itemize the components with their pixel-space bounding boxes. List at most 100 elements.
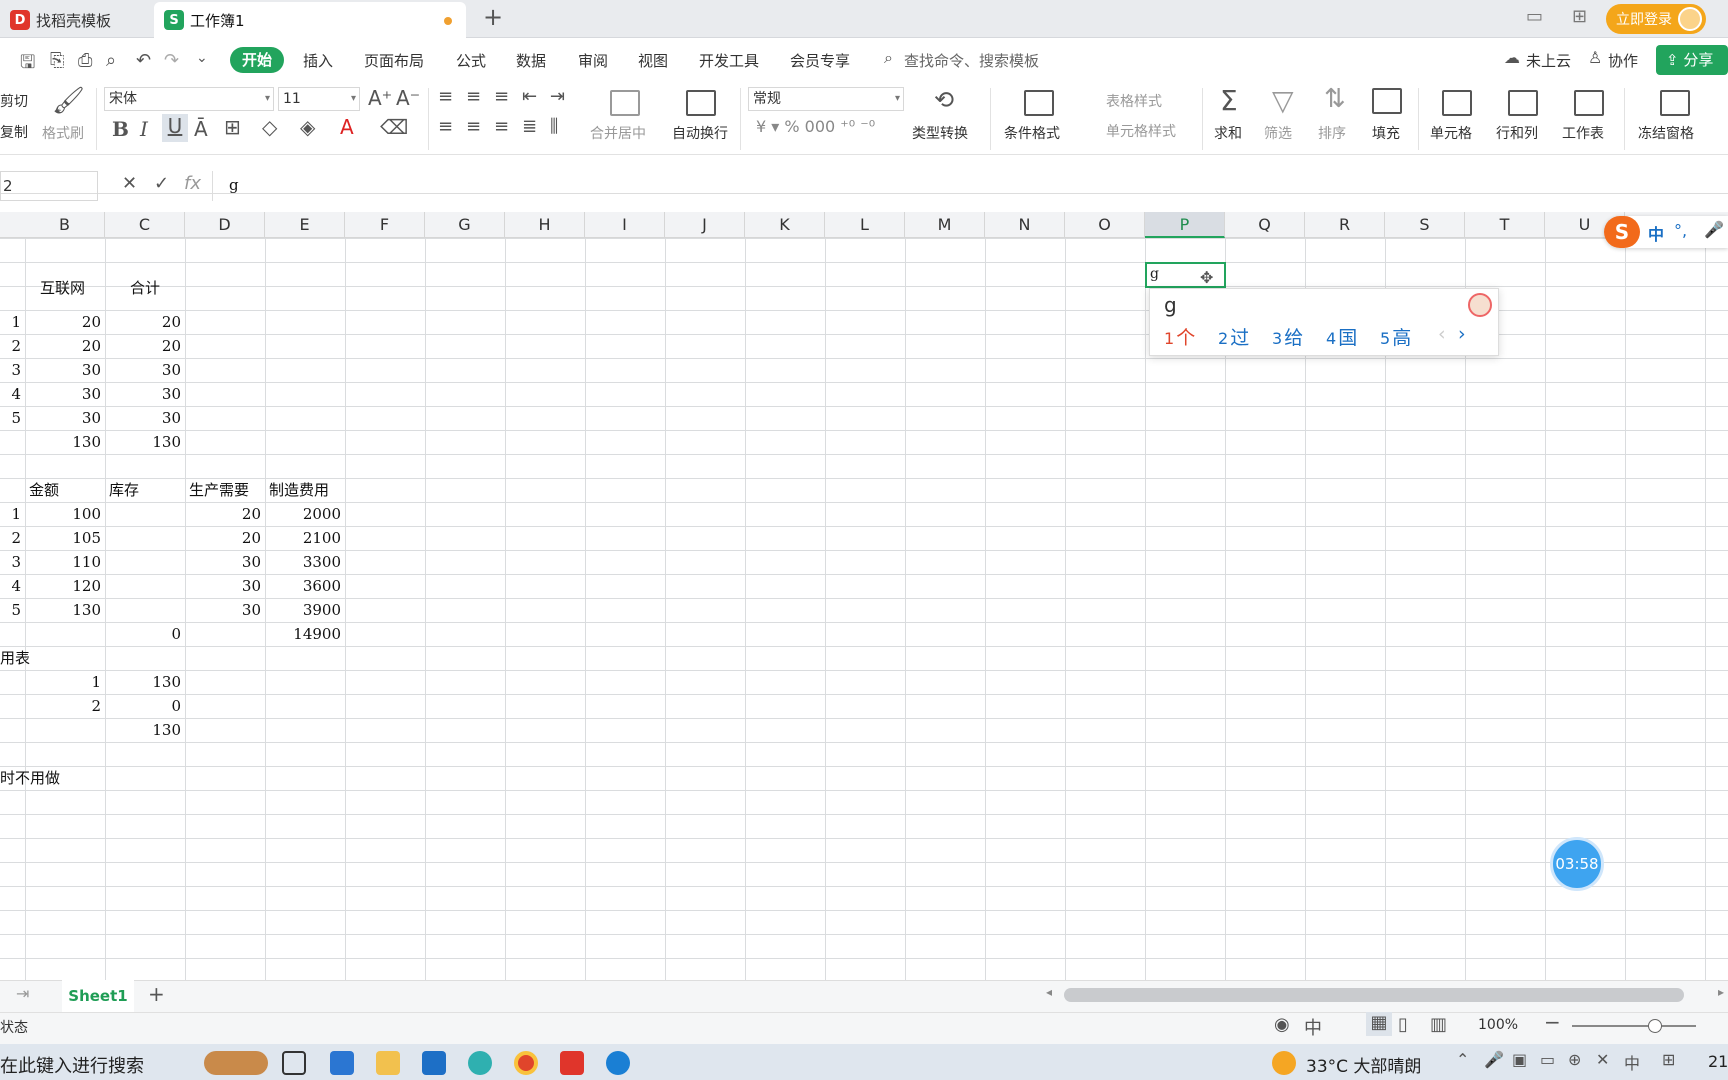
cell[interactable]: 30 <box>105 358 185 382</box>
ime-prev-icon[interactable]: ‹ <box>1438 323 1446 345</box>
volume-muted-icon[interactable]: ✕ <box>1596 1050 1609 1069</box>
ime-candidate[interactable]: 4国 <box>1326 323 1357 350</box>
scroll-left-icon[interactable]: ◂ <box>1046 985 1052 999</box>
menu-data[interactable]: 数据 <box>516 50 546 71</box>
cell[interactable]: 14900 <box>265 622 345 646</box>
cell[interactable]: 105 <box>25 526 105 550</box>
conditional-format-button[interactable]: 条件格式 <box>1004 123 1060 143</box>
sort-button[interactable]: 排序 <box>1318 123 1346 143</box>
fx-icon[interactable]: fx <box>184 173 201 194</box>
page-view-icon[interactable]: ▯ <box>1398 1014 1408 1035</box>
zoom-out-icon[interactable]: − <box>1544 1010 1561 1034</box>
app-icon[interactable] <box>606 1051 630 1075</box>
col-header-K[interactable]: K <box>745 212 825 238</box>
cell[interactable]: 20 <box>105 310 185 334</box>
col-header-P[interactable]: P <box>1145 212 1225 238</box>
microphone-icon[interactable]: 🎤 <box>1704 220 1724 239</box>
cell[interactable]: 时不用做 <box>0 766 60 790</box>
wps-icon[interactable] <box>560 1051 584 1075</box>
cut-button[interactable]: 剪切 <box>0 91 28 111</box>
cell[interactable]: 20 <box>185 502 265 526</box>
sogou-logo-icon[interactable]: S <box>1604 216 1640 248</box>
ime-next-icon[interactable]: › <box>1458 323 1466 345</box>
cell[interactable]: 3300 <box>265 550 345 574</box>
col-header-S[interactable]: S <box>1385 212 1465 238</box>
cell[interactable]: 100 <box>25 502 105 526</box>
menu-insert[interactable]: 插入 <box>303 50 333 71</box>
cell[interactable]: 30 <box>185 550 265 574</box>
eye-protection-icon[interactable]: ◉ <box>1274 1014 1290 1035</box>
font-size-select[interactable]: 11 <box>278 87 360 111</box>
cell[interactable]: 0 <box>105 622 185 646</box>
cell-button[interactable]: 单元格 <box>1430 123 1472 143</box>
col-header-T[interactable]: T <box>1465 212 1545 238</box>
cell[interactable]: 3600 <box>265 574 345 598</box>
tray-extra-icon[interactable]: ⊞ <box>1662 1050 1675 1069</box>
zoom-slider-thumb[interactable] <box>1648 1019 1662 1033</box>
cloud-status[interactable]: 未上云 <box>1526 50 1571 71</box>
freeze-panes-button[interactable]: 冻结窗格 <box>1638 123 1694 143</box>
file-explorer-icon[interactable] <box>376 1051 400 1075</box>
ime-candidate[interactable]: 1个 <box>1164 323 1195 350</box>
ime-candidate[interactable]: 2过 <box>1218 323 1249 350</box>
decrease-font-icon[interactable]: A⁻ <box>396 86 420 110</box>
new-tab-button[interactable]: + <box>478 3 508 31</box>
menu-review[interactable]: 审阅 <box>578 50 608 71</box>
input-mode-icon[interactable]: 中 <box>1304 1014 1322 1040</box>
menu-formula[interactable]: 公式 <box>456 50 486 71</box>
col-header-Q[interactable]: Q <box>1225 212 1305 238</box>
align-left-icon[interactable]: ≡ <box>438 116 453 137</box>
col-header-L[interactable]: L <box>825 212 905 238</box>
defender-icon[interactable] <box>422 1051 446 1075</box>
menu-view[interactable]: 视图 <box>638 50 668 71</box>
cell[interactable]: 互联网 <box>40 276 85 300</box>
sum-button[interactable]: 求和 <box>1214 123 1242 143</box>
confirm-icon[interactable]: ✓ <box>154 173 169 194</box>
fill-button[interactable]: 填充 <box>1372 123 1400 143</box>
col-header-M[interactable]: M <box>905 212 985 238</box>
col-header-O[interactable]: O <box>1065 212 1145 238</box>
page-break-view-icon[interactable]: ▥ <box>1430 1014 1447 1035</box>
cell[interactable]: 20 <box>25 310 105 334</box>
align-middle-icon[interactable]: ≡ <box>466 86 481 107</box>
cell[interactable]: 2100 <box>265 526 345 550</box>
italic-button[interactable]: I <box>140 117 148 141</box>
sheet-tab[interactable]: Sheet1 <box>62 980 134 1012</box>
cell[interactable]: 金额 <box>25 478 59 502</box>
col-header-I[interactable]: I <box>585 212 665 238</box>
fill-color-icon[interactable]: ◈ <box>300 115 315 139</box>
font-family-select[interactable]: 宋体 <box>104 87 274 111</box>
last-sheet-icon[interactable]: ⇥ <box>16 984 29 1003</box>
cell[interactable]: 130 <box>105 670 185 694</box>
menu-page-layout[interactable]: 页面布局 <box>364 50 424 71</box>
filter-button[interactable]: 筛选 <box>1264 123 1292 143</box>
undo-icon[interactable]: ↶ <box>136 50 151 71</box>
tab-template[interactable]: D 找稻壳模板 <box>0 2 152 38</box>
cell[interactable]: 5 <box>0 406 25 430</box>
cell[interactable]: 3 <box>0 550 25 574</box>
cell[interactable]: 0 <box>105 694 185 718</box>
cell[interactable]: 30 <box>105 406 185 430</box>
normal-view-icon[interactable]: ▦ <box>1366 1012 1392 1036</box>
edge-icon[interactable] <box>468 1051 492 1075</box>
strikethrough-icon[interactable]: Ā <box>194 117 208 141</box>
cell[interactable]: 4 <box>0 382 25 406</box>
ime-candidate[interactable]: 3给 <box>1272 323 1303 350</box>
col-header-G[interactable]: G <box>425 212 505 238</box>
underline-button[interactable]: U <box>162 114 188 142</box>
cell[interactable]: 120 <box>25 574 105 598</box>
col-header-N[interactable]: N <box>985 212 1065 238</box>
cell[interactable]: 130 <box>105 430 185 454</box>
cell[interactable]: 2 <box>0 334 25 358</box>
cell[interactable]: 110 <box>25 550 105 574</box>
cell[interactable]: 制造费用 <box>265 478 329 502</box>
shape-icon[interactable]: ◇ <box>262 115 277 139</box>
cell[interactable]: 3900 <box>265 598 345 622</box>
cell[interactable]: 20 <box>185 526 265 550</box>
cell[interactable]: 1 <box>0 502 25 526</box>
tray-mic-icon[interactable]: 🎤 <box>1484 1050 1504 1069</box>
add-sheet-icon[interactable]: + <box>148 982 165 1006</box>
battery-icon[interactable]: ▭ <box>1540 1050 1555 1069</box>
font-color-icon[interactable]: A <box>340 115 354 139</box>
redo-icon[interactable]: ↷ <box>164 50 179 71</box>
